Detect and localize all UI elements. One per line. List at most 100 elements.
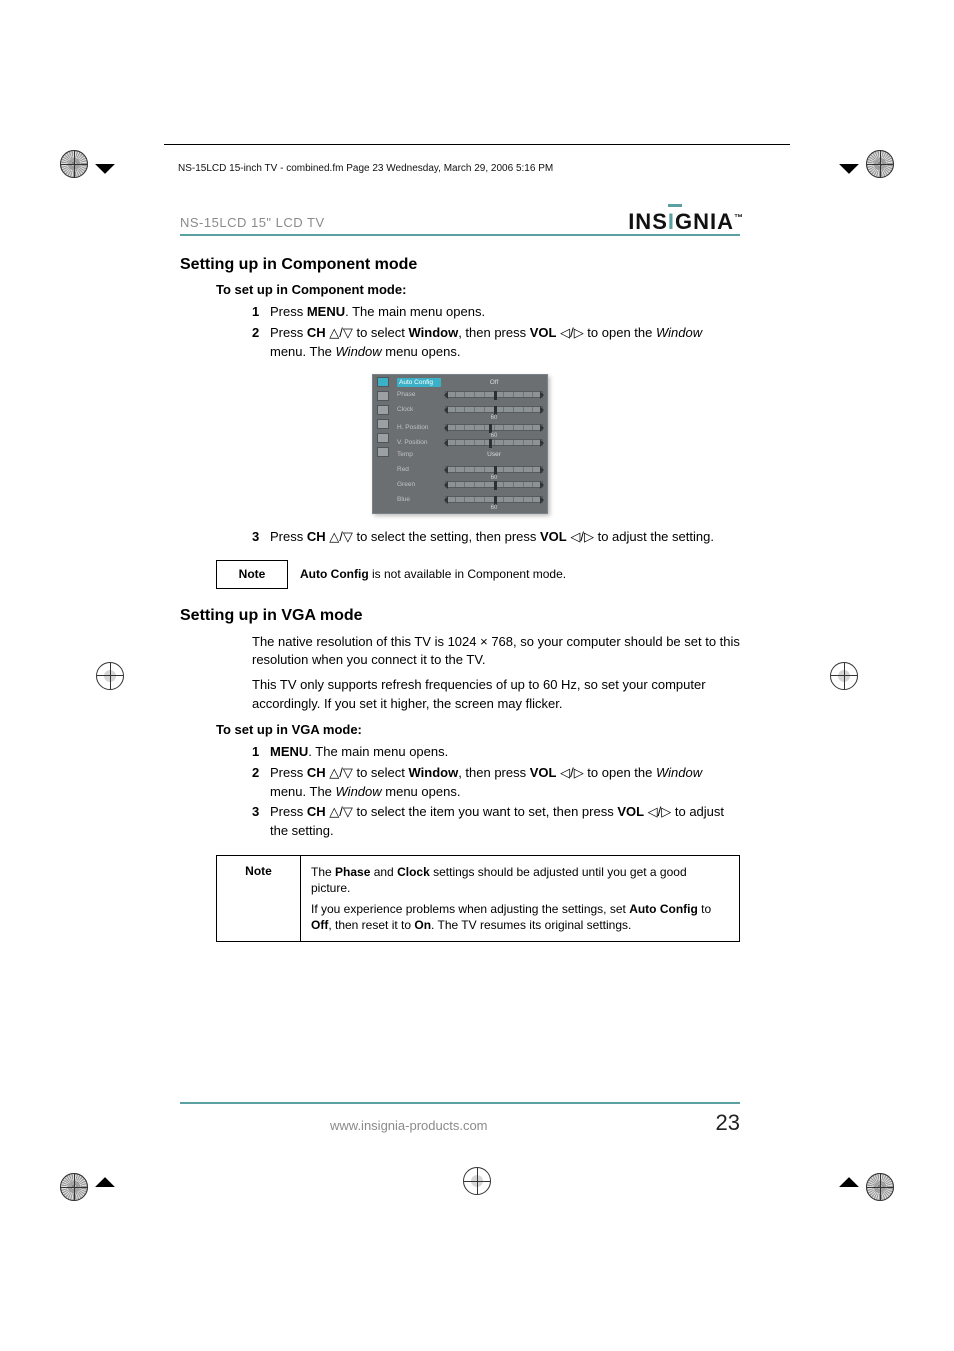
arrow-corner-icon — [840, 1178, 858, 1196]
note-body: The Phase and Clock settings should be a… — [301, 856, 739, 941]
osd-setting-label: Temp — [397, 451, 441, 458]
step-number: 1 — [252, 303, 270, 322]
slider-knob-icon — [494, 481, 497, 490]
step-item: 1 Press MENU. The main menu opens. — [252, 303, 740, 322]
step-number: 2 — [252, 764, 270, 802]
step-number: 2 — [252, 324, 270, 362]
note-paragraph: If you experience problems when adjustin… — [311, 901, 729, 933]
triangle-left-icon — [444, 406, 448, 414]
steps-list-vga: 1 MENU. The main menu opens. 2 Press CH … — [252, 743, 740, 841]
registration-mark-icon — [463, 1167, 491, 1195]
note-box-2: Note The Phase and Clock settings should… — [216, 855, 740, 942]
triangle-right-icon — [540, 406, 544, 414]
osd-slider: 60 — [445, 496, 543, 503]
step-item: 1 MENU. The main menu opens. — [252, 743, 740, 762]
osd-tab-icon — [377, 447, 389, 457]
slider-knob-icon — [489, 424, 492, 433]
step-text: Press CH △/▽ to select Window, then pres… — [270, 764, 740, 802]
section-heading-vga: Setting up in VGA mode — [180, 607, 740, 625]
brand-accent-letter: I — [668, 209, 675, 234]
sub-heading-component: To set up in Component mode: — [216, 282, 740, 297]
registration-mark-icon — [866, 1173, 894, 1201]
osd-setting-label: Clock — [397, 406, 441, 413]
triangle-left-icon — [444, 496, 448, 504]
arrow-corner-icon — [96, 155, 114, 173]
vga-paragraph-2: This TV only supports refresh frequencie… — [252, 676, 740, 714]
step-item: 2 Press CH △/▽ to select Window, then pr… — [252, 324, 740, 362]
triangle-right-icon — [540, 424, 544, 432]
step-text: Press CH △/▽ to select the item you want… — [270, 803, 740, 841]
osd-tab-icon — [377, 391, 389, 401]
brand-part-3: GNIA — [675, 209, 734, 234]
osd-setting-row: Phase — [397, 389, 543, 401]
osd-setting-row: Green — [397, 479, 543, 491]
step-item: 3 Press CH △/▽ to select the item you wa… — [252, 803, 740, 841]
osd-slider-value: 60 — [446, 505, 542, 511]
osd-slider: 60 — [445, 424, 543, 431]
osd-setting-row: Red60 — [397, 461, 543, 479]
vga-paragraph-1: The native resolution of this TV is 1024… — [252, 633, 740, 671]
slider-knob-icon — [494, 391, 497, 400]
page-footer: www.insignia-products.com 23 — [180, 1102, 740, 1136]
osd-slider — [445, 481, 543, 488]
note-label: Note — [217, 856, 301, 941]
osd-tab-icon — [377, 377, 389, 387]
triangle-left-icon — [444, 424, 448, 432]
osd-setting-label: V. Position — [397, 439, 441, 446]
step-number: 1 — [252, 743, 270, 762]
slider-knob-icon — [489, 439, 492, 448]
osd-setting-row: Temp User — [397, 449, 543, 461]
steps-list-component-cont: 3 Press CH △/▽ to select the setting, th… — [252, 528, 740, 547]
osd-slider-value: 60 — [446, 415, 542, 421]
osd-setting-row: Clock 60 — [397, 401, 543, 419]
step-item: 2 Press CH △/▽ to select Window, then pr… — [252, 764, 740, 802]
triangle-right-icon — [540, 496, 544, 504]
osd-settings-list: Auto Config Off Phase Clock 60 H. Position 60 V… — [393, 375, 547, 513]
triangle-left-icon — [444, 439, 448, 447]
osd-setting-label: Red — [397, 466, 441, 473]
osd-slider — [445, 439, 543, 446]
osd-setting-label: Auto Config — [397, 378, 441, 387]
osd-setting-label: Phase — [397, 391, 441, 398]
registration-mark-icon — [866, 150, 894, 178]
osd-tab-icon — [377, 405, 389, 415]
step-number: 3 — [252, 803, 270, 841]
brand-part-1: INS — [628, 209, 668, 234]
registration-mark-icon — [830, 662, 858, 690]
registration-mark-icon — [60, 150, 88, 178]
step-item: 3 Press CH △/▽ to select the setting, th… — [252, 528, 740, 547]
crop-mark-top-left — [60, 150, 114, 178]
osd-setting-label: Green — [397, 481, 441, 488]
page-number: 23 — [716, 1110, 740, 1136]
crop-mark-top-right — [840, 150, 894, 178]
osd-setting-row: Blue60 — [397, 491, 543, 509]
step-text: Press CH △/▽ to select Window, then pres… — [270, 324, 740, 362]
trademark-symbol: ™ — [734, 213, 744, 223]
slider-knob-icon — [494, 496, 497, 505]
osd-setting-row: V. Position — [397, 437, 543, 449]
arrow-corner-icon — [96, 1178, 114, 1196]
slider-knob-icon — [494, 466, 497, 475]
triangle-left-icon — [444, 466, 448, 474]
macron-accent-icon — [668, 204, 682, 207]
file-info-text: NS-15LCD 15-inch TV - combined.fm Page 2… — [178, 163, 553, 174]
steps-list-component: 1 Press MENU. The main menu opens. 2 Pre… — [252, 303, 740, 362]
brand-logo: INSIGNIA™ — [628, 209, 744, 235]
footer-url: www.insignia-products.com — [330, 1118, 488, 1133]
triangle-right-icon — [540, 439, 544, 447]
triangle-right-icon — [540, 466, 544, 474]
triangle-left-icon — [444, 481, 448, 489]
osd-setting-value: User — [445, 451, 543, 458]
section-heading-component: Setting up in Component mode — [180, 256, 740, 274]
triangle-right-icon — [540, 391, 544, 399]
osd-slider — [445, 391, 543, 398]
osd-setting-row: Auto Config Off — [397, 377, 543, 389]
osd-setting-label: H. Position — [397, 424, 441, 431]
step-text: Press MENU. The main menu opens. — [270, 303, 740, 322]
step-number: 3 — [252, 528, 270, 547]
osd-sidebar-icons — [373, 375, 393, 513]
note-label: Note — [216, 560, 288, 588]
osd-slider: 60 — [445, 406, 543, 413]
osd-tab-icon — [377, 419, 389, 429]
osd-setting-value: Off — [445, 379, 543, 386]
